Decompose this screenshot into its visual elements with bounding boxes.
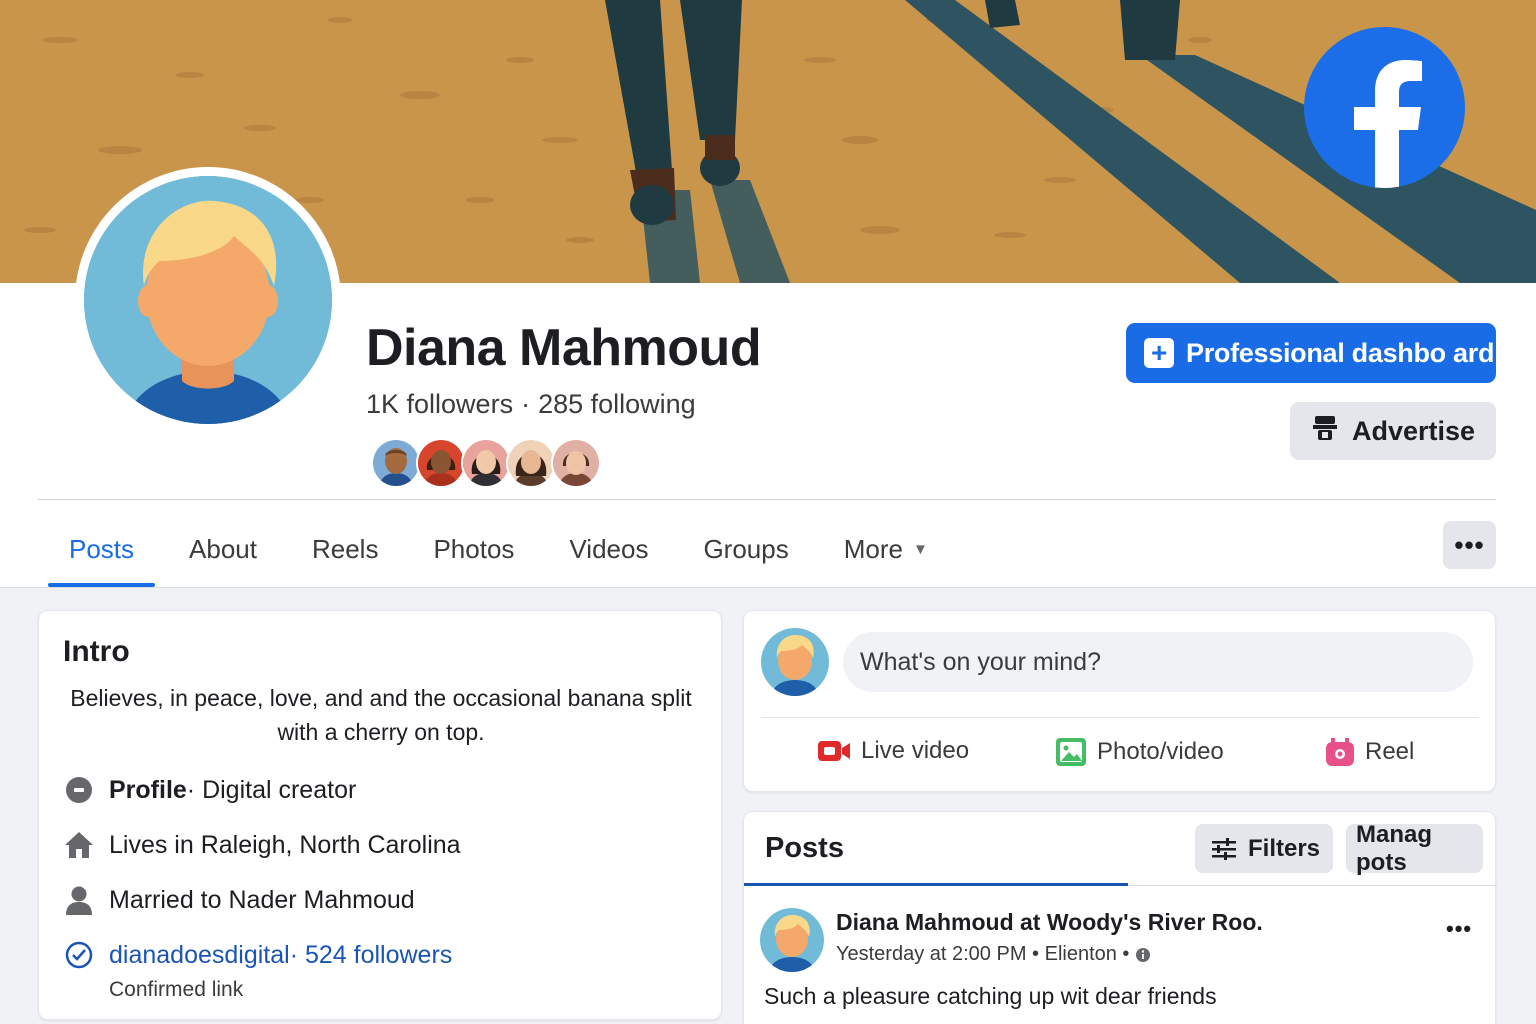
friend-avatar[interactable] [506, 438, 556, 488]
composer-avatar[interactable] [761, 628, 829, 696]
intro-bio: Believes, in peace, love, and and the oc… [70, 685, 692, 745]
tab-label: Posts [69, 534, 135, 564]
live-video-button[interactable]: Live video [817, 737, 969, 765]
tab-photos[interactable]: Photos [412, 512, 535, 587]
post-menu-button[interactable]: ••• [1446, 916, 1472, 942]
photo-video-label: Photo/video [1097, 738, 1224, 765]
tab-groups[interactable]: Groups [682, 512, 809, 587]
followers-count[interactable]: 1K followers [366, 389, 513, 419]
professional-dashboard-label: Professional dashbo ard [1186, 337, 1495, 368]
friend-avatar[interactable] [551, 438, 601, 488]
link-followers: · 524 followers [289, 940, 453, 969]
info-circle-icon [63, 774, 95, 806]
live-video-label: Live video [861, 737, 970, 764]
profile-category: · Digital creator [186, 775, 357, 804]
megaphone-icon [1312, 414, 1338, 449]
profile-avatar[interactable] [75, 167, 341, 433]
intro-profile-row: Profile · Digital creator [63, 774, 356, 806]
home-icon [63, 829, 95, 861]
live-video-icon [817, 739, 851, 763]
intro-title: Intro [63, 635, 130, 668]
professional-dashboard-button[interactable]: + Professional dashbo ard [1126, 323, 1496, 383]
photo-video-button[interactable]: Photo/video [1055, 737, 1224, 767]
tab-label: Reels [311, 534, 379, 564]
reel-button[interactable]: Reel [1325, 737, 1414, 767]
reel-label: Reel [1365, 738, 1415, 765]
tab-posts[interactable]: Posts [48, 512, 156, 587]
reel-icon [1325, 737, 1355, 767]
filters-label: Filters [1248, 834, 1321, 862]
intro-lives-row: Lives in Raleigh, North Carolina [63, 829, 461, 861]
verified-link-icon [63, 939, 95, 971]
confirmed-link-note: Confirmed link [109, 978, 244, 1001]
friend-avatar[interactable] [371, 438, 421, 488]
profile-type-label: Profile [109, 775, 187, 804]
post-title[interactable]: Diana Mahmoud at Woody's River Roo. [836, 909, 1263, 936]
post-author-avatar[interactable] [760, 908, 824, 972]
following-count[interactable]: 285 following [538, 389, 696, 419]
intro-card: Intro Believes, in peace, love, and and … [38, 610, 722, 1020]
friend-avatar[interactable] [461, 438, 511, 488]
profile-name: Diana Mahmoud [366, 319, 762, 377]
avatar-illustration [84, 176, 332, 424]
profile-tabs: Posts About Reels Photos Videos Groups M… [48, 512, 962, 587]
post-composer: What's on your mind? Live video Photo/vi… [743, 610, 1496, 792]
advertise-button[interactable]: Advertise [1290, 402, 1496, 460]
posts-card: Posts Filters Manag pots Diana Mahmoud a… [743, 811, 1497, 1024]
intro-relationship-row: Married to Nader Mahmoud [63, 884, 415, 916]
follow-stats: 1K followers · 285 following [366, 389, 696, 420]
composer-divider [761, 717, 1479, 718]
facebook-logo-icon [1304, 27, 1465, 188]
tab-label: More [843, 534, 903, 564]
tab-about[interactable]: About [168, 512, 278, 587]
friend-avatar[interactable] [416, 438, 466, 488]
more-options-button[interactable]: ••• [1443, 521, 1496, 569]
tab-label: Groups [703, 534, 789, 564]
person-icon [63, 884, 95, 916]
manage-posts-label: Manag pots [1356, 820, 1433, 876]
tab-label: About [189, 534, 257, 564]
whats-on-your-mind-input[interactable]: What's on your mind? [843, 632, 1473, 692]
post-text: Such a pleasure catching up wit dear fri… [764, 983, 1217, 1009]
tab-label: Photos [433, 534, 515, 564]
posts-tab-underline [744, 883, 1128, 886]
tab-more[interactable]: More ▼ [823, 512, 949, 587]
privacy-info-icon [1135, 947, 1151, 963]
post-timestamp[interactable]: Yesterday at 2:00 PM • Elienton • [836, 943, 1129, 966]
post-meta: Yesterday at 2:00 PM • Elienton • [836, 943, 1151, 966]
photo-icon [1055, 737, 1087, 767]
tab-label: Videos [569, 534, 649, 564]
lives-in-text: Lives in Raleigh, North Carolina [109, 830, 461, 859]
separator-dot: · [521, 389, 531, 419]
website-link[interactable]: dianadoesdigital [109, 941, 290, 970]
advertise-label: Advertise [1352, 415, 1476, 446]
plus-icon: + [1144, 338, 1174, 368]
tab-reels[interactable]: Reels [291, 512, 399, 587]
filter-sliders-icon [1212, 837, 1236, 860]
married-to-text: Married to Nader Mahmoud [109, 885, 415, 914]
filters-button[interactable]: Filters [1195, 824, 1333, 873]
manage-posts-button[interactable]: Manag pots [1346, 821, 1483, 876]
header-divider [38, 499, 1496, 500]
tab-videos[interactable]: Videos [548, 512, 669, 587]
posts-title: Posts [765, 832, 844, 864]
intro-link-row: dianadoesdigital · 524 followers [63, 939, 452, 971]
friend-avatars[interactable] [371, 438, 601, 490]
caret-down-icon: ▼ [912, 541, 928, 558]
